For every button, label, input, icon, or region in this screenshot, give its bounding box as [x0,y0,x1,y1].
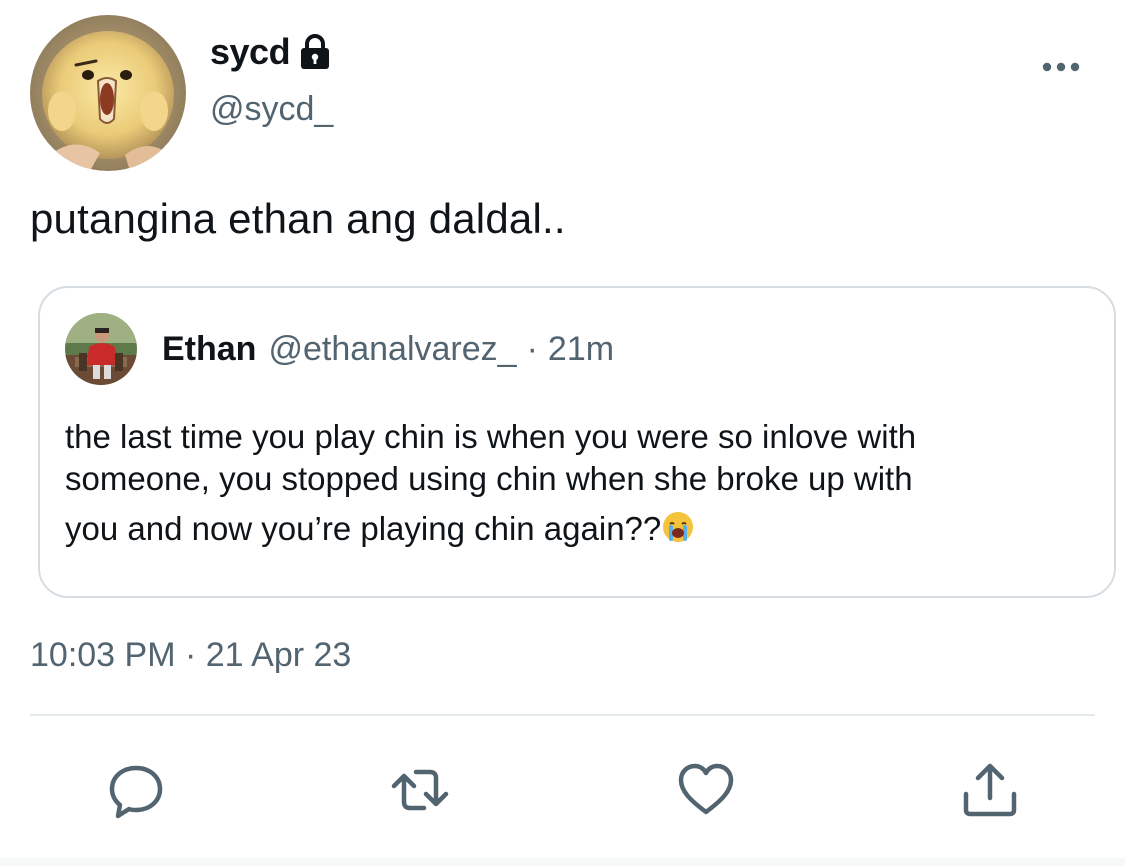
heart-icon [678,763,734,815]
quoted-header: Ethan @ethanalvarez_ · 21m [162,330,614,369]
quoted-tweet[interactable]: Ethan @ethanalvarez_ · 21m the last time… [38,286,1116,598]
tweet-date: 21 Apr 23 [205,636,352,674]
divider [30,714,1095,716]
quoted-text-line: you and now you’re playing chin again?? [65,510,662,547]
tweet-text: putangina ethan ang daldal.. [30,195,566,242]
reply-button[interactable] [106,760,166,820]
author-avatar[interactable] [30,15,186,171]
lock-icon [298,34,332,70]
tweet-timestamp[interactable]: 10:03 PM · 21 Apr 23 [30,636,351,675]
quoted-author-name[interactable]: Ethan [162,330,256,369]
loudly-crying-face-icon [661,510,695,544]
like-button[interactable] [676,760,736,820]
bottom-border [0,858,1125,866]
quoted-author-avatar[interactable] [65,313,137,385]
tweet: sycd @sycd_ putangina ethan ang daldal.. [0,0,1125,866]
retweet-icon [391,769,449,811]
retweet-button[interactable] [390,760,450,820]
author-display-name[interactable]: sycd [210,31,291,73]
share-icon [963,763,1017,817]
author-handle[interactable]: @sycd_ [210,90,333,129]
quoted-text-line: the last time you play chin is when you … [65,418,917,455]
person-avatar-image [65,313,137,385]
quoted-text-line-last: you and now you’re playing chin again?? [65,508,1075,550]
quoted-text-line: someone, you stopped using chin when she… [65,460,913,497]
quoted-separator: · [526,330,538,368]
share-button[interactable] [960,760,1020,820]
author-name-row: sycd [210,28,332,76]
reply-icon [109,765,163,819]
timestamp-separator: · [184,636,197,674]
more-horizontal-icon[interactable] [1038,52,1084,82]
quoted-time: 21m [547,330,615,368]
quoted-text: the last time you play chin is when you … [65,416,1075,550]
tweet-time: 10:03 PM [30,636,176,674]
quoted-author-handle[interactable]: @ethanalvarez_ [268,330,516,369]
chick-avatar-image [30,15,186,171]
